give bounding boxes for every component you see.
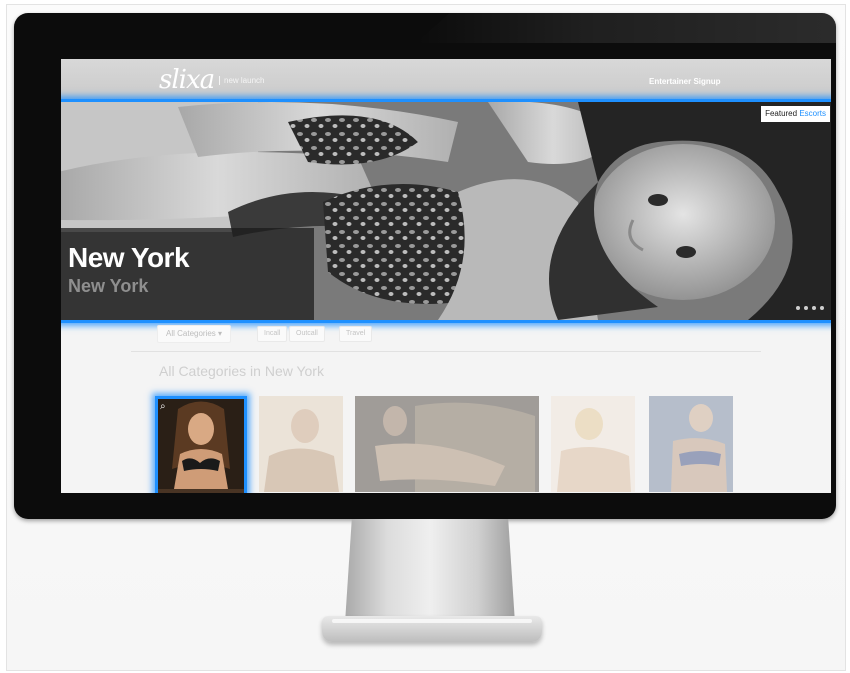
slide-dot[interactable]	[804, 306, 808, 310]
thumbnail[interactable]	[259, 396, 343, 492]
monitor-screen: slixa new launch Entertainer Signup New …	[61, 59, 831, 493]
thumbnail-photo	[649, 396, 733, 492]
thumbnail[interactable]	[355, 396, 539, 492]
monitor-stand-neck	[345, 519, 515, 623]
slide-indicators	[796, 306, 824, 310]
zoom-icon: ⌕	[160, 401, 166, 412]
monitor-bezel: slixa new launch Entertainer Signup New …	[14, 13, 836, 519]
thumbnail-photo	[259, 396, 343, 492]
filter-button-outcall[interactable]: Outcall	[289, 326, 325, 342]
thumbnail-selected[interactable]: ⌕	[155, 396, 247, 493]
hero-title: New York	[68, 242, 190, 273]
bezel-gloss	[416, 13, 836, 43]
entertainer-signup-link[interactable]: Entertainer Signup	[649, 77, 721, 86]
section-title: All Categories in New York	[159, 363, 324, 379]
monitor-stand-base	[322, 616, 542, 642]
site-tagline: new launch	[219, 76, 264, 85]
filter-bar: All Categories ▾ Incall Outcall Travel	[157, 323, 737, 345]
thumbnail[interactable]	[551, 396, 635, 492]
site-logo[interactable]: slixa	[159, 65, 215, 95]
hero-banner[interactable]: New York New York Featured Escorts	[61, 99, 831, 323]
thumbnail-photo	[355, 396, 539, 492]
featured-badge-prefix: Featured	[765, 109, 798, 118]
thumbnail-photo	[551, 396, 635, 492]
slide-dot[interactable]	[812, 306, 816, 310]
filter-button-travel[interactable]: Travel	[339, 326, 373, 342]
slide-dot[interactable]	[820, 306, 824, 310]
featured-badge[interactable]: Featured Escorts	[761, 106, 830, 122]
hero-subtitle: New York	[68, 276, 149, 296]
thumbnail[interactable]	[649, 396, 733, 492]
site-header: slixa new launch Entertainer Signup	[61, 59, 831, 103]
divider	[131, 351, 761, 352]
hero-caption: New York New York	[61, 228, 314, 320]
filter-button-incall[interactable]: Incall	[257, 326, 288, 342]
slide-dot[interactable]	[796, 306, 800, 310]
featured-badge-accent: Escorts	[799, 109, 826, 118]
category-dropdown[interactable]: All Categories ▾	[157, 325, 232, 343]
